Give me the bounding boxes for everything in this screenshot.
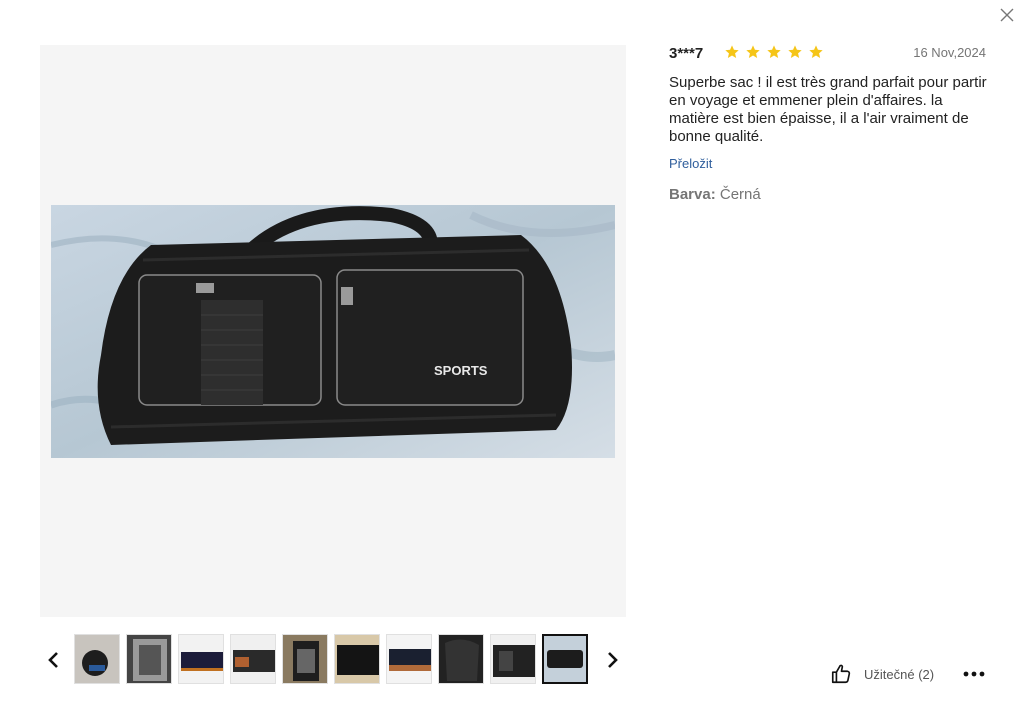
- thumbnail-gallery: [40, 632, 630, 688]
- thumbnail-2[interactable]: [126, 634, 172, 684]
- helpful-label: Užitečné (2): [864, 666, 935, 682]
- review-header: 3***7 16 Nov,2024: [669, 40, 989, 68]
- thumbnail-5[interactable]: [282, 634, 328, 684]
- thumbnail-4[interactable]: [230, 634, 276, 684]
- star-rating: [724, 44, 824, 60]
- star-icon: [788, 45, 802, 58]
- thumbs-up-icon: [831, 664, 851, 684]
- thumbnail-1[interactable]: [74, 634, 120, 684]
- more-options-button[interactable]: [962, 666, 986, 682]
- chevron-right-icon: [608, 652, 618, 668]
- chevron-left-icon: [48, 652, 58, 668]
- bag-logo-text: SPORTS: [434, 363, 488, 378]
- next-image-button[interactable]: [604, 650, 620, 670]
- thumbnail-6[interactable]: [334, 634, 380, 684]
- color-label: Barva:: [669, 186, 716, 203]
- review-date: 16 Nov,2024: [913, 45, 986, 60]
- thumbnail-8[interactable]: [438, 634, 484, 684]
- reviewer-name: 3***7: [669, 45, 704, 62]
- prev-image-button[interactable]: [46, 650, 62, 670]
- star-icon: [725, 45, 739, 58]
- more-dots-icon: [963, 671, 985, 677]
- review-text: Superbe sac ! il est très grand parfait …: [669, 74, 987, 145]
- star-icon: [809, 45, 823, 58]
- thumbnail-10-selected[interactable]: [542, 634, 588, 684]
- close-icon: [1000, 8, 1014, 22]
- close-button[interactable]: [997, 5, 1017, 25]
- star-icon: [767, 45, 781, 58]
- main-photo[interactable]: SPORTS: [51, 205, 615, 458]
- thumbnail-7[interactable]: [386, 634, 432, 684]
- review-panel: 3***7 16 Nov,2024 Superbe sac ! il est t…: [669, 40, 989, 203]
- star-icon: [746, 45, 760, 58]
- helpful-button[interactable]: Užitečné (2): [830, 662, 934, 686]
- color-attribute: Barva: Černá: [669, 186, 989, 203]
- thumbnail-3[interactable]: [178, 634, 224, 684]
- thumbnail-9[interactable]: [490, 634, 536, 684]
- translate-link[interactable]: Přeložit: [669, 156, 712, 171]
- color-value: Černá: [719, 186, 761, 203]
- main-image-panel: SPORTS: [40, 45, 626, 617]
